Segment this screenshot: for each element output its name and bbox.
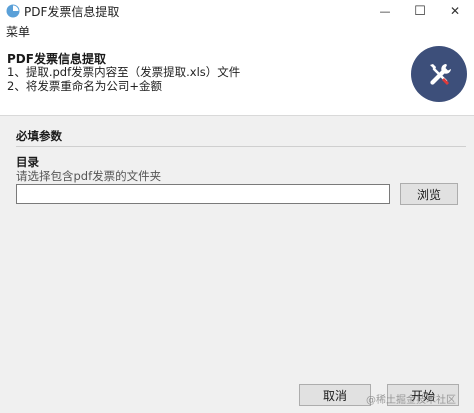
- directory-input[interactable]: [16, 184, 390, 204]
- header-description-line2: 2、将发票重命名为公司+金额: [7, 79, 162, 93]
- tools-badge: [411, 46, 467, 102]
- close-icon: ✕: [449, 4, 461, 18]
- maximize-button[interactable]: ☐: [403, 0, 437, 22]
- window-title: PDF发票信息提取: [24, 5, 120, 19]
- menu-bar: 菜单: [0, 22, 474, 39]
- browse-button[interactable]: 浏览: [400, 183, 458, 205]
- cancel-button[interactable]: 取消: [299, 384, 371, 406]
- title-bar: PDF发票信息提取 — ☐ ✕: [0, 0, 474, 22]
- close-button[interactable]: ✕: [438, 0, 472, 22]
- minimize-icon: —: [379, 4, 391, 18]
- directory-hint: 请选择包含pdf发票的文件夹: [16, 169, 162, 183]
- watermark: @稀土掘金技术社区: [366, 395, 456, 406]
- maximize-icon: ☐: [414, 3, 426, 19]
- menu-item-menu[interactable]: 菜单: [6, 23, 30, 40]
- app-logo-icon: [6, 4, 20, 18]
- section-title-required-params: 必填参数: [16, 129, 62, 143]
- header-panel: PDF发票信息提取 1、提取.pdf发票内容至（发票提取.xls）文件 2、将发…: [0, 39, 474, 116]
- minimize-button[interactable]: —: [368, 0, 402, 22]
- section-divider: [16, 146, 466, 147]
- tools-icon: [430, 64, 451, 85]
